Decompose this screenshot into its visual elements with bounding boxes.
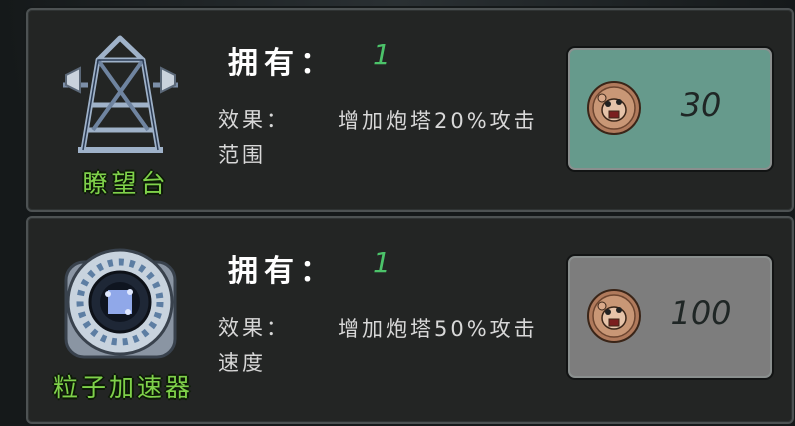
shop-item-watchtower: 瞭望台 拥有： 1 效果： 增加炮塔20%攻击范围 30 <box>26 8 794 212</box>
effect-description: 增加炮塔20%攻击范围 <box>218 109 538 167</box>
own-label: 拥有： <box>228 254 336 289</box>
price: 30 <box>680 86 722 124</box>
buy-button[interactable]: 30 <box>568 48 772 170</box>
own-count: 1 <box>373 38 391 71</box>
item-name: 瞭望台 <box>82 169 170 198</box>
coin-icon <box>587 289 641 343</box>
buy-button[interactable]: 100 <box>568 256 772 378</box>
item-name: 粒子加速器 <box>52 373 193 402</box>
price: 100 <box>670 294 732 332</box>
shop-item-particle-accelerator: 粒子加速器 拥有： 1 效果： 增加炮塔50%攻击速度 100 <box>26 216 794 424</box>
own-label: 拥有： <box>228 46 336 81</box>
coin-icon <box>587 81 641 135</box>
effect-description: 增加炮塔50%攻击速度 <box>218 317 538 375</box>
watchtower-icon <box>63 35 178 153</box>
particle-accelerator-icon <box>64 248 177 359</box>
own-count: 1 <box>373 246 391 279</box>
